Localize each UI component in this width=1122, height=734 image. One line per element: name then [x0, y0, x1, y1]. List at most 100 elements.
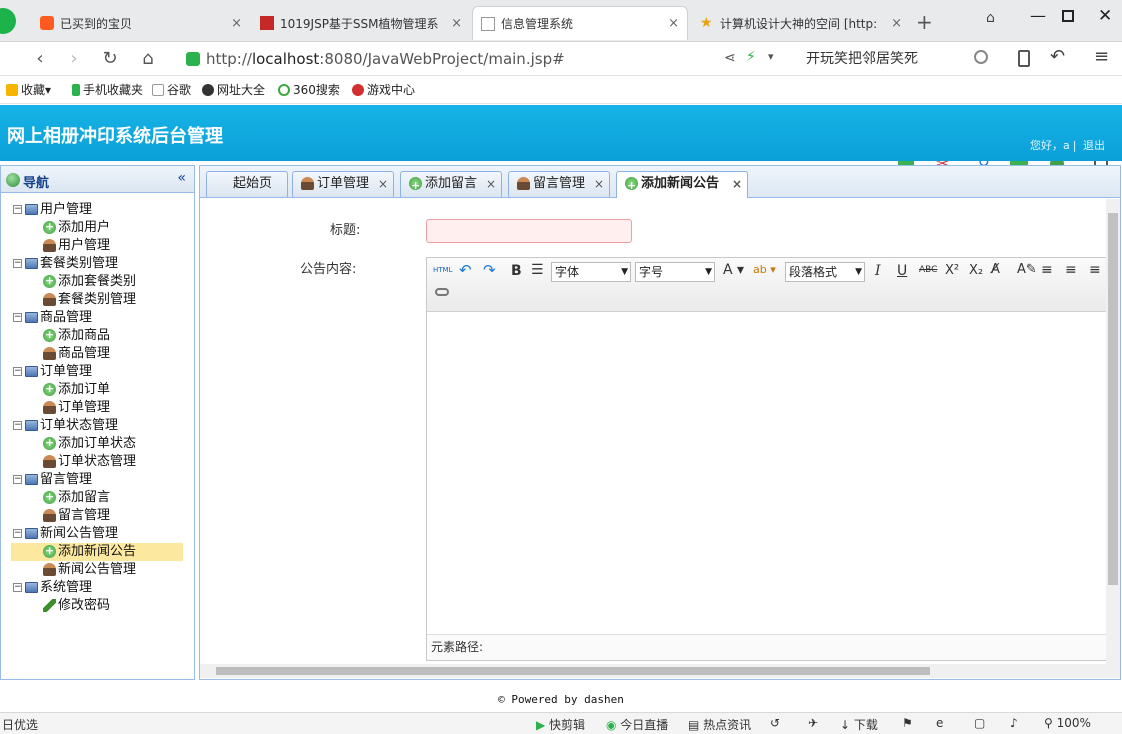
underline-icon[interactable]: U — [897, 263, 907, 279]
sidebar-group[interactable]: − 新闻公告管理 — [1, 525, 194, 543]
sidebar-item[interactable]: 留言管理 — [1, 507, 194, 525]
home-button[interactable]: ⌂ — [136, 47, 160, 71]
search-icon[interactable] — [974, 50, 988, 64]
vertical-scrollbar[interactable] — [1106, 199, 1120, 664]
sidebar-item[interactable]: 添加订单状态 — [1, 434, 194, 453]
status-item-news[interactable]: ▤ 热点资讯 — [688, 716, 751, 733]
new-tab-button[interactable]: + — [916, 10, 933, 34]
browser-tab-4[interactable]: ★ 计算机设计大神的空间 [http: × — [692, 6, 910, 40]
sidebar-item[interactable]: 添加商品 — [1, 326, 194, 345]
format-brush-icon[interactable]: A✎ — [1017, 262, 1037, 277]
sidebar-item[interactable]: 修改密码 — [1, 597, 194, 615]
collapse-toggle-icon[interactable]: − — [13, 367, 22, 376]
sidebar-item[interactable]: 添加订单 — [1, 380, 194, 399]
sidebar-item[interactable]: 商品管理 — [1, 345, 194, 363]
tab-home[interactable]: 起始页 — [206, 171, 288, 197]
bookmark-sites[interactable]: 网址大全 — [202, 81, 265, 98]
title-input[interactable] — [426, 219, 632, 243]
url-field[interactable]: http://localhost:8080/JavaWebProject/mai… — [182, 46, 782, 72]
collapse-toggle-icon[interactable]: − — [13, 259, 22, 268]
sidebar-group[interactable]: − 用户管理 — [1, 201, 194, 219]
sidebar-item[interactable]: 新闻公告管理 — [1, 561, 194, 579]
paragraph-format-select[interactable]: 段落格式 ▼ — [785, 262, 865, 282]
ie-icon[interactable]: e — [936, 716, 943, 730]
bookmark-360[interactable]: 360搜索 — [278, 81, 340, 98]
forward-button[interactable]: › — [62, 47, 86, 71]
subscript-icon[interactable]: X₂ — [969, 263, 983, 278]
collapse-toggle-icon[interactable]: − — [13, 475, 22, 484]
redo-icon[interactable]: ↷ — [483, 261, 496, 279]
collapse-toggle-icon[interactable]: − — [13, 313, 22, 322]
font-color-icon[interactable]: A ▾ — [723, 262, 744, 278]
undo-icon[interactable]: ↶ — [1050, 46, 1065, 67]
html-icon[interactable]: HTML — [433, 266, 452, 274]
sidebar-item[interactable]: 订单状态管理 — [1, 453, 194, 471]
menu-icon[interactable]: ≡ — [1094, 46, 1109, 67]
close-icon[interactable]: × — [594, 172, 604, 196]
sidebar-group[interactable]: − 套餐类别管理 — [1, 255, 194, 273]
font-family-select[interactable]: 字体 ▼ — [551, 262, 631, 282]
minimize-button[interactable]: — — [1030, 6, 1046, 25]
bookmark-google[interactable]: 谷歌 — [152, 81, 191, 98]
bold-icon[interactable]: B — [511, 263, 522, 279]
horizontal-scrollbar[interactable] — [200, 664, 1120, 678]
search-input[interactable]: 开玩笑把邻居笑死 — [796, 46, 1002, 72]
close-icon[interactable]: × — [486, 172, 496, 196]
undo-icon[interactable]: ↶ — [459, 261, 472, 279]
collapse-icon[interactable]: « — [177, 170, 186, 186]
sidebar-item[interactable]: 套餐类别管理 — [1, 291, 194, 309]
pin-icon[interactable]: ✈ — [808, 716, 818, 730]
scroll-thumb[interactable] — [216, 667, 930, 675]
bookmark-games[interactable]: 游戏中心 — [352, 81, 415, 98]
sidebar-group[interactable]: − 系统管理 — [1, 579, 194, 597]
sidebar-group[interactable]: − 商品管理 — [1, 309, 194, 327]
chevron-down-icon[interactable]: ▾ — [768, 50, 774, 63]
zoom-level[interactable]: ⚲ 100% — [1044, 716, 1091, 730]
close-icon[interactable]: × — [231, 16, 242, 31]
sidebar-item[interactable]: 订单管理 — [1, 399, 194, 417]
close-icon[interactable]: × — [378, 172, 388, 196]
status-item-clip[interactable]: ▶ 快剪辑 — [536, 716, 585, 733]
sidebar-item[interactable]: 添加套餐类别 — [1, 272, 194, 291]
align-center-icon[interactable]: ≡ — [1065, 262, 1077, 278]
shirt-icon[interactable]: ⌂ — [986, 10, 995, 26]
highlight-icon[interactable]: ab ▾ — [753, 263, 776, 276]
collapse-toggle-icon[interactable]: − — [13, 529, 22, 538]
sidebar-group[interactable]: − 订单状态管理 — [1, 417, 194, 435]
sidebar-item[interactable]: 添加留言 — [1, 488, 194, 507]
window-icon[interactable]: ▢ — [974, 716, 985, 730]
close-icon[interactable]: × — [732, 172, 742, 196]
superscript-icon[interactable]: X² — [945, 263, 959, 278]
tab-add-news[interactable]: 添加新闻公告× — [616, 171, 748, 198]
strikethrough-icon[interactable]: ABC — [919, 265, 937, 275]
logout-link[interactable]: 退出 — [1083, 139, 1105, 152]
close-window-button[interactable]: ✕ — [1098, 6, 1112, 26]
lightning-icon[interactable]: ⚡ — [746, 49, 756, 65]
align-left-icon[interactable]: ≡ — [1041, 262, 1053, 278]
italic-icon[interactable]: I — [875, 263, 881, 279]
collapse-toggle-icon[interactable]: − — [13, 421, 22, 430]
tab-add-message[interactable]: 添加留言× — [400, 171, 502, 198]
close-icon[interactable]: × — [891, 16, 902, 31]
sidebar-item[interactable]: 添加用户 — [1, 218, 194, 237]
tab-message-management[interactable]: 留言管理 × — [508, 171, 610, 197]
browser-tab-1[interactable]: 已买到的宝贝 × — [32, 6, 250, 40]
sidebar-item[interactable]: 用户管理 — [1, 237, 194, 255]
scroll-thumb[interactable] — [1108, 213, 1118, 585]
collapse-toggle-icon[interactable]: − — [13, 205, 22, 214]
refresh-icon[interactable]: ↺ — [770, 716, 780, 730]
status-item-download[interactable]: ↓ 下载 — [840, 716, 878, 733]
link-icon[interactable] — [435, 288, 449, 296]
bookmark-mobile[interactable]: 手机收藏夹 — [72, 81, 143, 98]
tab-order-management[interactable]: 订单管理 × — [292, 171, 394, 197]
back-button[interactable]: ‹ — [28, 47, 52, 71]
phone-icon[interactable] — [1018, 50, 1030, 67]
font-size-select[interactable]: 字号 ▼ — [635, 262, 715, 282]
editor-body[interactable] — [427, 313, 1108, 633]
speaker-icon[interactable]: ♪ — [1010, 716, 1018, 730]
flag-icon[interactable]: ⚑ — [902, 716, 913, 730]
collapse-toggle-icon[interactable]: − — [13, 583, 22, 592]
close-icon[interactable]: × — [668, 16, 679, 31]
bookmark-favorites[interactable]: 收藏 ▾ — [6, 81, 51, 98]
browser-tab-3[interactable]: 信息管理系统 × — [472, 6, 688, 40]
